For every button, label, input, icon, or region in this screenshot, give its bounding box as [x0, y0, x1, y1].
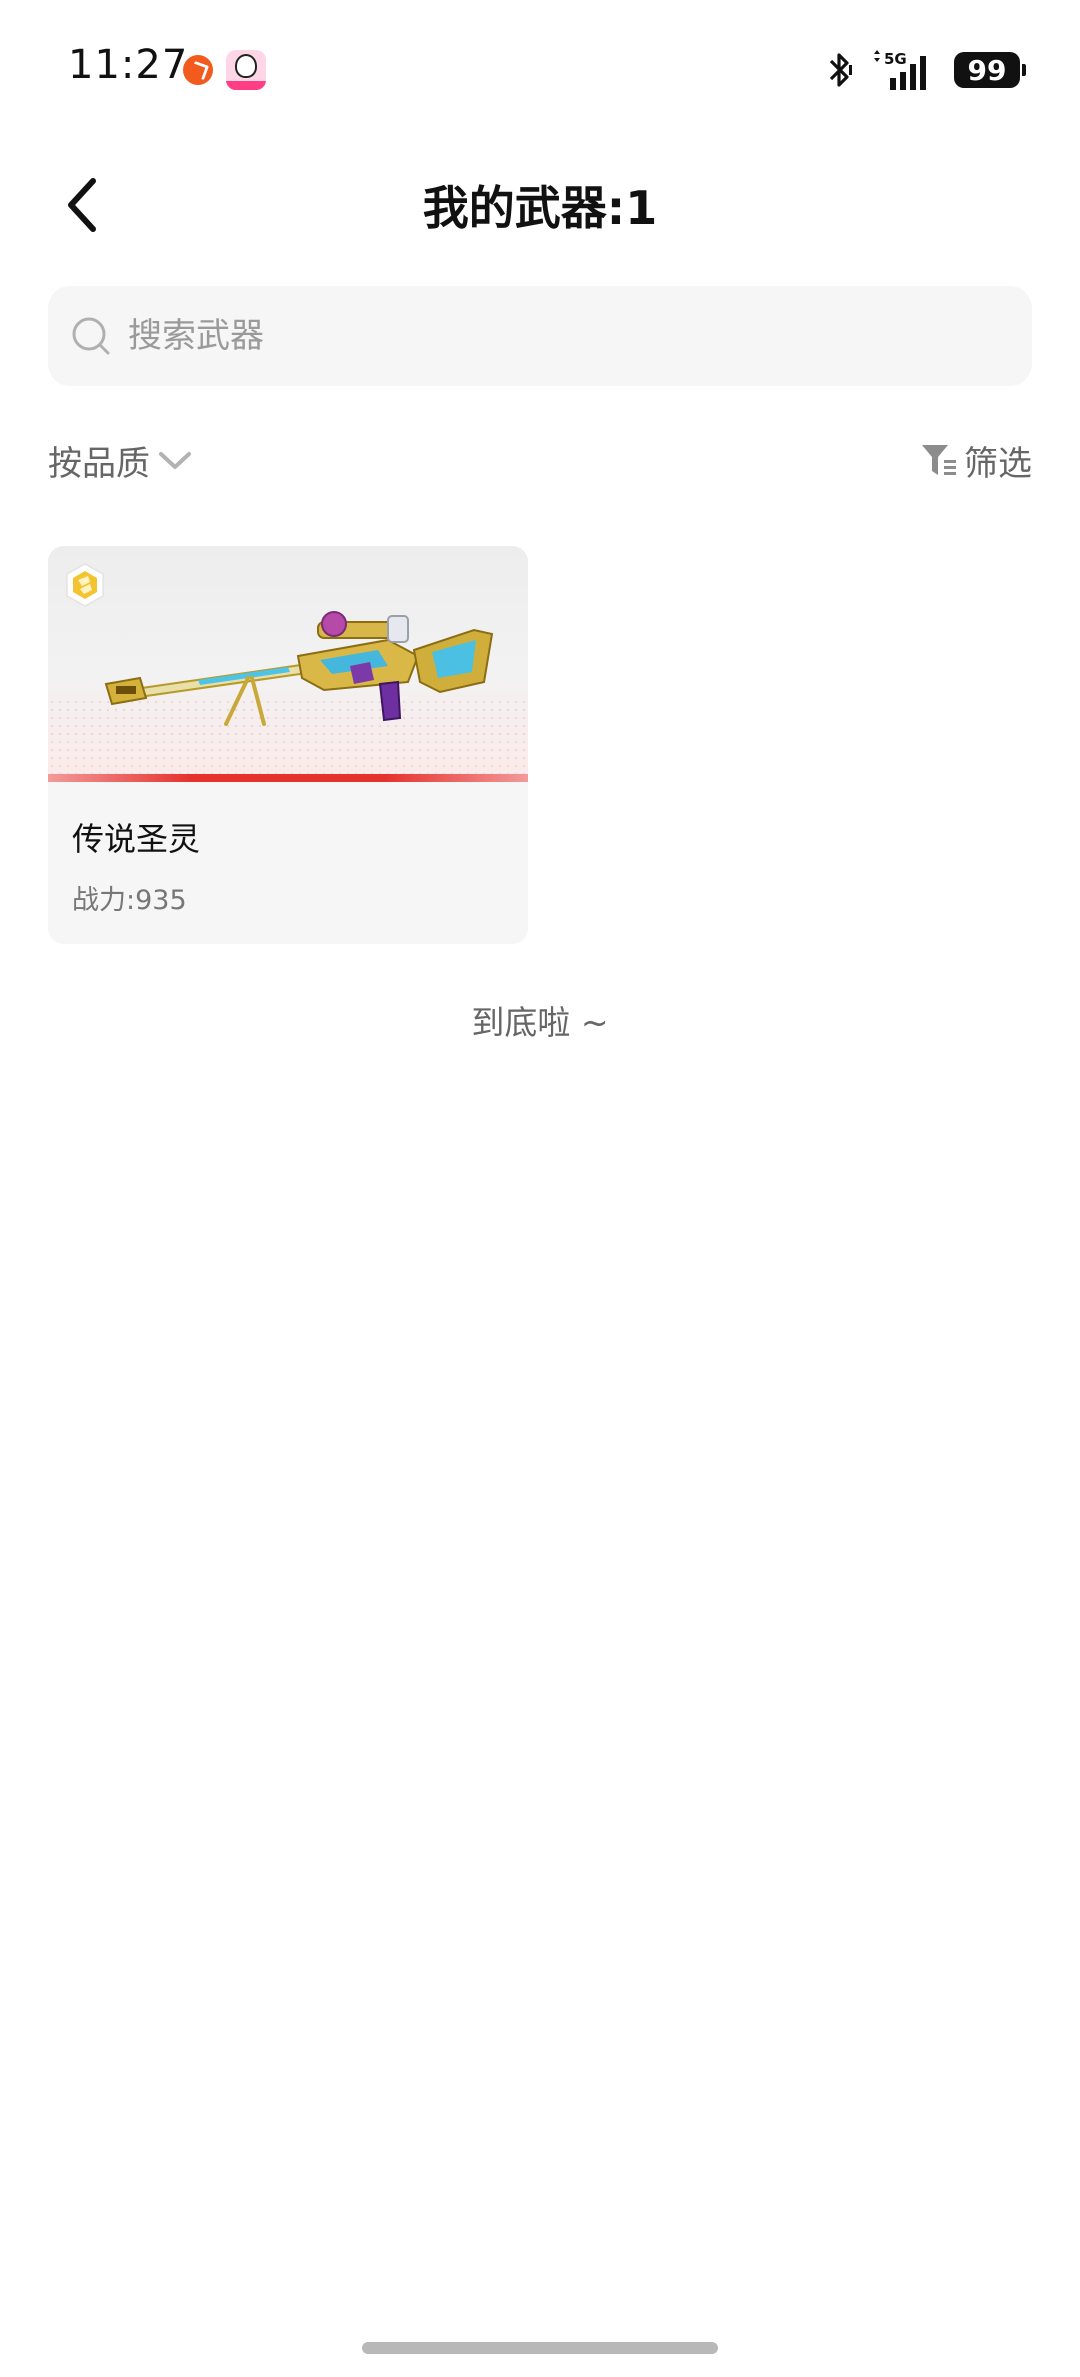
- bluetooth-icon: [828, 51, 852, 89]
- filter-icon: [922, 444, 956, 475]
- weapon-power: 战力:935: [72, 885, 187, 916]
- search-input[interactable]: [126, 315, 990, 357]
- weapon-card[interactable]: 传说圣灵 战力:935: [48, 546, 528, 944]
- chevron-down-icon: [159, 451, 191, 469]
- notification-avatar-icon: [226, 50, 266, 90]
- network-type-label: 5G: [884, 50, 907, 68]
- page-title: 我的武器:1: [422, 181, 658, 235]
- status-indicators: 5G 99: [828, 46, 1026, 94]
- search-icon: [72, 317, 110, 355]
- sniper-rifle-image: [104, 611, 494, 726]
- cellular-signal-icon: 5G: [870, 48, 936, 92]
- top-nav-bar: 我的武器:1: [0, 150, 1080, 260]
- weapon-image: [48, 546, 528, 778]
- diamond-rarity-icon: [66, 563, 104, 607]
- home-indicator[interactable]: [362, 2342, 718, 2354]
- notification-app-icon: [183, 55, 213, 85]
- end-of-list-text: 到底啦 ~: [471, 1003, 609, 1042]
- status-time: 11:27: [68, 42, 189, 88]
- search-bar[interactable]: [48, 286, 1032, 386]
- sort-by-quality-dropdown[interactable]: 按品质: [48, 436, 192, 485]
- weapon-name: 传说圣灵: [72, 820, 201, 858]
- filter-label: 筛选: [964, 444, 1032, 484]
- filter-button[interactable]: 筛选: [920, 436, 1032, 485]
- status-bar: 11:27 5G 99: [0, 0, 1080, 140]
- quality-color-bar: [48, 774, 528, 782]
- sort-label: 按品质: [48, 444, 150, 484]
- battery-indicator: 99: [954, 52, 1026, 88]
